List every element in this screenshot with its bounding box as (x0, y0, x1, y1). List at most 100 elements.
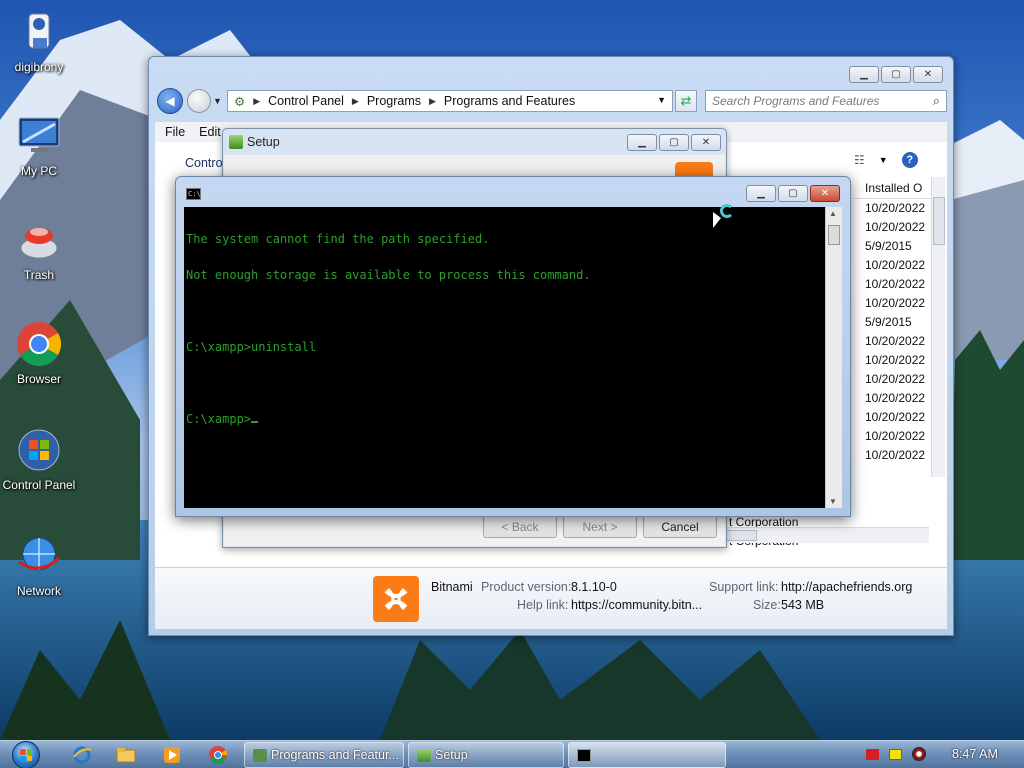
setup-icon (417, 749, 431, 762)
console-icon (577, 749, 591, 762)
view-toolbar: ☷ ▼ ? (854, 152, 918, 168)
view-options-icon[interactable]: ☷ (854, 153, 865, 167)
desktop-icon-trash[interactable]: Trash (0, 216, 79, 282)
chrome-icon[interactable] (206, 744, 230, 766)
help-icon[interactable]: ? (901, 152, 918, 168)
minimize-button[interactable]: ▁ (849, 66, 879, 83)
scroll-up-icon[interactable]: ▲ (829, 209, 837, 218)
recent-pages-dropdown[interactable]: ▼ (213, 96, 222, 106)
computer-icon (15, 112, 63, 160)
help-link-value[interactable]: https://community.bitn... (571, 598, 702, 612)
minimize-button[interactable]: ▁ (746, 185, 776, 202)
installed-date: 5/9/2015 (865, 239, 912, 253)
size-value: 543 MB (781, 598, 825, 612)
chevron-right-icon: ▶ (253, 95, 261, 106)
program-name: Bitnami (431, 580, 473, 594)
installed-date: 10/20/2022 (865, 258, 926, 272)
xampp-logo-icon (675, 162, 713, 176)
xampp-logo-icon (373, 576, 419, 622)
maximize-button[interactable]: ▢ (659, 134, 689, 151)
product-version-value: 8.1.10-0 (571, 580, 617, 594)
chevron-down-icon[interactable]: ▼ (879, 155, 888, 165)
command-prompt-window[interactable]: C:\ ▁ ▢ ✕ The system cannot find the pat… (175, 176, 851, 517)
chevron-right-icon: ▶ (429, 95, 436, 106)
scrollbar-thumb[interactable] (828, 225, 840, 245)
console-line: The system cannot find the path specifie… (186, 232, 490, 246)
search-input[interactable]: Search Programs and Features ⌕ (705, 90, 947, 112)
installed-date: 10/20/2022 (865, 429, 926, 443)
taskbar-item-command-prompt[interactable] (568, 742, 726, 768)
clock[interactable]: 8:47 AM (952, 747, 998, 761)
desktop-icon-network[interactable]: Network (0, 532, 79, 598)
taskbar-item-programs-and-features[interactable]: Programs and Featur... (244, 742, 404, 768)
console-prompt-line[interactable]: C:\xampp> (186, 413, 823, 425)
navigation-bar: ◀ ▼ ⚙ ▶ Control Panel ▶ Programs ▶ Progr… (157, 88, 947, 116)
address-bar[interactable]: ⚙ ▶ Control Panel ▶ Programs ▶ Programs … (227, 90, 673, 112)
close-button[interactable]: ✕ (913, 66, 943, 83)
installed-date: 10/20/2022 (865, 353, 926, 367)
search-icon[interactable]: ⌕ (933, 93, 940, 109)
desktop-icon-browser[interactable]: Browser (0, 320, 79, 386)
taskbar: Programs and Featur... Setup 8:47 AM (0, 740, 1024, 768)
installed-date: 10/20/2022 (865, 296, 926, 310)
flag-icon[interactable] (866, 748, 879, 760)
maximize-button[interactable]: ▢ (881, 66, 911, 83)
file-explorer-icon[interactable] (114, 744, 138, 766)
installed-date: 10/20/2022 (865, 410, 926, 424)
console-window-controls: ▁ ▢ ✕ (746, 185, 840, 202)
text-cursor (251, 421, 259, 423)
installed-date: 10/20/2022 (865, 391, 926, 405)
installed-on-column: 10/20/2022 10/20/2022 5/9/2015 10/20/202… (865, 199, 931, 465)
refresh-button[interactable]: ⇄ (675, 90, 697, 112)
desktop-icon-label: My PC (21, 164, 57, 178)
setup-title: Setup (247, 135, 280, 149)
column-header-installed-on[interactable]: Installed O (853, 177, 931, 199)
maximize-button[interactable]: ▢ (778, 185, 808, 202)
installed-date: 5/9/2015 (865, 315, 912, 329)
back-button[interactable]: ◀ (157, 88, 183, 114)
start-button[interactable] (6, 741, 46, 768)
console-output[interactable]: The system cannot find the path specifie… (184, 207, 825, 508)
chrome-icon (15, 320, 63, 368)
network-globe-icon (15, 532, 63, 580)
close-button[interactable]: ✕ (691, 134, 721, 151)
installed-date: 10/20/2022 (865, 220, 926, 234)
breadcrumb-control-panel[interactable]: Control Panel (268, 94, 344, 108)
windows-logo-icon (12, 741, 40, 768)
desktop-icon-control-panel[interactable]: Control Panel (0, 426, 79, 492)
scrollbar-thumb[interactable] (933, 197, 945, 245)
media-player-icon[interactable] (160, 744, 184, 766)
close-button[interactable]: ✕ (810, 185, 840, 202)
menu-file[interactable]: File (165, 125, 185, 139)
mouse-pointer-icon (713, 212, 721, 228)
console-scrollbar[interactable]: ▲ ▼ (825, 207, 842, 508)
support-link-value[interactable]: http://apachefriends.org (781, 580, 912, 594)
taskbar-item-label: Programs and Featur... (271, 748, 399, 762)
minimize-button[interactable]: ▁ (627, 134, 657, 151)
console-icon: C:\ (186, 188, 201, 200)
trash-icon (15, 216, 63, 264)
breadcrumb-programs-and-features[interactable]: Programs and Features (444, 94, 575, 108)
notification-icon[interactable] (889, 748, 902, 760)
next-button[interactable]: Next > (563, 515, 637, 538)
list-vertical-scrollbar[interactable] (931, 177, 945, 477)
desktop-icon-label: Browser (16, 372, 61, 386)
volume-icon[interactable] (912, 747, 926, 761)
cancel-button[interactable]: Cancel (643, 515, 717, 538)
back-button[interactable]: < Back (483, 515, 557, 538)
control-panel-home-link[interactable]: Contro (185, 156, 223, 170)
internet-explorer-icon[interactable] (70, 744, 94, 766)
busy-spinner-icon (720, 204, 734, 218)
taskbar-item-setup[interactable]: Setup (408, 742, 564, 768)
installed-date: 10/20/2022 (865, 277, 926, 291)
forward-button[interactable] (187, 89, 211, 113)
system-tray (866, 747, 926, 761)
address-dropdown-icon[interactable]: ▼ (657, 95, 666, 105)
desktop-icon-digibrony[interactable]: digibrony (0, 8, 79, 74)
breadcrumb-programs[interactable]: Programs (367, 94, 421, 108)
search-placeholder: Search Programs and Features (712, 94, 880, 108)
windows-icon (15, 426, 63, 474)
desktop-icon-my-pc[interactable]: My PC (0, 112, 79, 178)
menu-edit[interactable]: Edit (199, 125, 221, 139)
scroll-down-icon[interactable]: ▼ (829, 497, 837, 506)
